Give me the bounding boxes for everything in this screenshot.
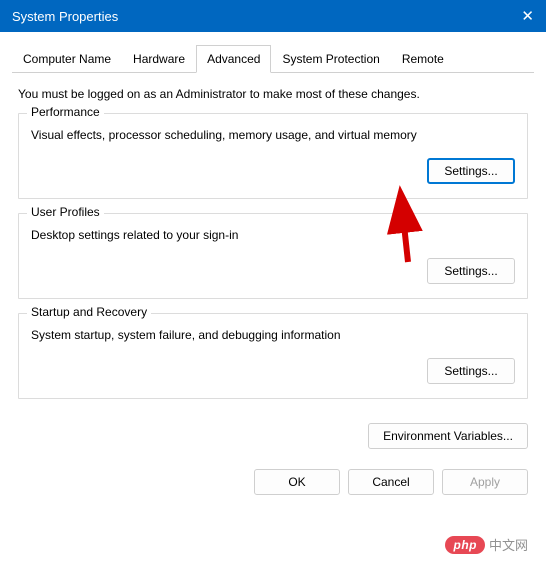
titlebar: System Properties ✕: [0, 0, 546, 32]
group-user-profiles: User Profiles Desktop settings related t…: [18, 213, 528, 299]
tab-hardware[interactable]: Hardware: [122, 45, 196, 73]
group-startup-recovery: Startup and Recovery System startup, sys…: [18, 313, 528, 399]
group-user-profiles-button-row: Settings...: [31, 258, 515, 284]
performance-settings-button[interactable]: Settings...: [427, 158, 515, 184]
dialog-footer: OK Cancel Apply: [0, 459, 546, 509]
tab-system-protection[interactable]: System Protection: [271, 45, 390, 73]
apply-button: Apply: [442, 469, 528, 495]
environment-variables-button[interactable]: Environment Variables...: [368, 423, 528, 449]
close-icon[interactable]: ✕: [494, 7, 534, 25]
watermark-pill: php: [445, 536, 485, 554]
group-performance-desc: Visual effects, processor scheduling, me…: [31, 128, 515, 142]
group-startup-recovery-button-row: Settings...: [31, 358, 515, 384]
group-user-profiles-legend: User Profiles: [27, 205, 104, 219]
tab-advanced[interactable]: Advanced: [196, 45, 271, 73]
user-profiles-settings-button[interactable]: Settings...: [427, 258, 515, 284]
tab-computer-name[interactable]: Computer Name: [12, 45, 122, 73]
ok-button[interactable]: OK: [254, 469, 340, 495]
admin-notice: You must be logged on as an Administrato…: [18, 87, 528, 101]
group-performance-button-row: Settings...: [31, 158, 515, 184]
group-startup-recovery-desc: System startup, system failure, and debu…: [31, 328, 515, 342]
group-performance: Performance Visual effects, processor sc…: [18, 113, 528, 199]
cancel-button[interactable]: Cancel: [348, 469, 434, 495]
group-startup-recovery-legend: Startup and Recovery: [27, 305, 151, 319]
tab-content: You must be logged on as an Administrato…: [0, 73, 546, 423]
environment-variables-row: Environment Variables...: [0, 423, 546, 459]
watermark: php 中文网: [445, 535, 528, 554]
group-user-profiles-desc: Desktop settings related to your sign-in: [31, 228, 515, 242]
tab-remote[interactable]: Remote: [391, 45, 455, 73]
watermark-text: 中文网: [489, 535, 528, 554]
window-title: System Properties: [12, 9, 118, 24]
startup-recovery-settings-button[interactable]: Settings...: [427, 358, 515, 384]
tab-strip: Computer Name Hardware Advanced System P…: [12, 44, 534, 73]
group-performance-legend: Performance: [27, 105, 104, 119]
